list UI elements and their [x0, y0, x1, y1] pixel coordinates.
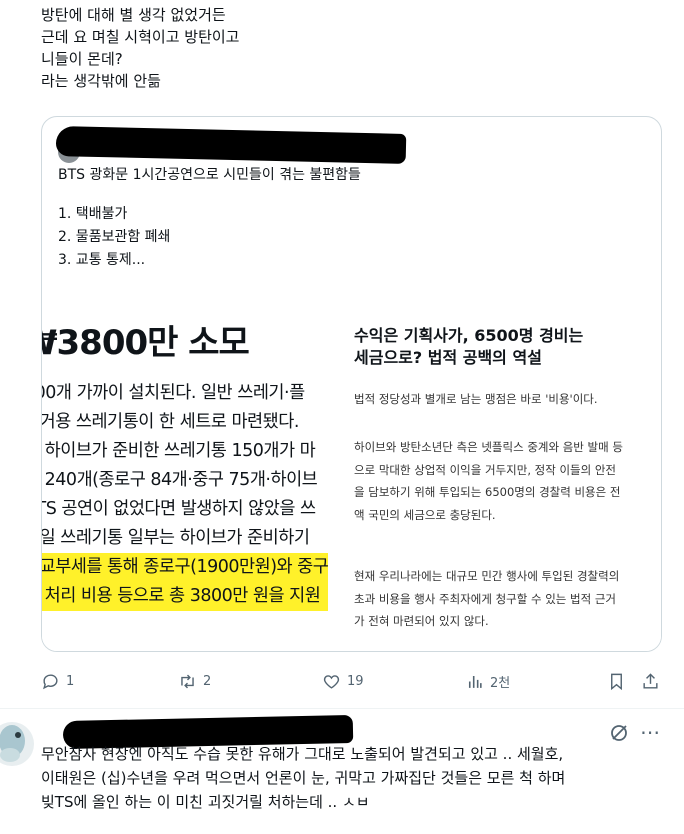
reply-line: 빚TS에 올인 하는 이 미친 괴짓거릴 처하는데 .. ㅅㅂ [41, 793, 370, 811]
reply-line: 이태원은 (십)수년을 우려 먹으면서 언론이 눈, 귀막고 가짜집단 것들은 … [41, 769, 566, 787]
article-image[interactable]: ₩3800만 소모 400개 가까이 설치된다. 일반 쓰레기·플 수거용 쓰레… [42, 301, 661, 651]
quoted-list-item: 2. 물품보관함 폐쇄 [58, 229, 171, 245]
like-button[interactable]: 19 [322, 667, 364, 695]
views-button[interactable]: 2천 [465, 667, 510, 695]
more-icon[interactable]: ⋯ [640, 722, 664, 742]
retweet-button[interactable]: 2 [178, 667, 211, 695]
like-icon [323, 674, 340, 689]
share-icon [643, 672, 658, 689]
article-line: 400개 가까이 설치된다. 일반 쓰레기·플 [42, 383, 305, 403]
redaction-mark [55, 126, 407, 164]
retweet-count: 2 [203, 673, 212, 689]
article-subheading: 수익은 기획사가, 6500명 경비는 세금으로? 법적 공백의 역설 [354, 326, 584, 367]
reply-line: 무안참사 현장엔 아직도 수습 못한 유해가 그대로 노출되어 발견되고 있고 … [41, 745, 564, 763]
views-icon [468, 675, 482, 688]
reply-icon [43, 673, 58, 689]
retweet-icon [181, 674, 194, 688]
article-line: 는 하이브가 준비한 쓰레기통 150개가 마 [42, 441, 316, 461]
grok-icon[interactable] [609, 723, 629, 743]
article-paragraph: 법적 정당성과 별개로 남는 맹점은 바로 '비용'이다. [354, 392, 598, 406]
article-line: 총 240개(종로구 84개·중구 75개·하이브 [42, 470, 318, 490]
reply-text: 무안참사 현장엔 아직도 수습 못한 유해가 그대로 노출되어 발견되고 있고 … [41, 742, 681, 814]
post-line: 니들이 몬데? [41, 50, 123, 68]
share-button[interactable] [641, 667, 660, 695]
article-paragraph: 하이브와 방탄소년단 측은 넷플릭스 중계와 음반 발매 등 으로 막대한 상업… [354, 440, 623, 522]
avatar[interactable] [0, 719, 38, 769]
bookmark-button[interactable] [607, 667, 626, 695]
quoted-post-card[interactable]: BTS 광화문 1시간공연으로 시민들이 겪는 불편함들 1. 택배불가 2. … [41, 116, 662, 652]
reply-button[interactable]: 1 [41, 667, 74, 695]
view-count: 2천 [490, 675, 511, 691]
article-line-highlighted: 기 처리 비용 등으로 총 3800만 원을 지원 [42, 582, 329, 611]
post-line: 라는 생각밖에 안듦 [41, 72, 161, 90]
article-line: 놓일 쓰레기통 일부는 하이브가 준비하기 [42, 528, 310, 548]
divider [0, 708, 684, 709]
post-line: 근데 요 며칠 시혁이고 방탄이고 [41, 28, 240, 46]
article-line-highlighted: 별교부세를 통해 종로구(1900만원)와 중구 [42, 553, 329, 582]
article-left-column: ₩3800만 소모 400개 가까이 설치된다. 일반 쓰레기·플 수거용 쓰레… [42, 301, 354, 651]
article-paragraph: 현재 우리나라에는 대규모 민간 행사에 투입된 경찰력의 초과 비용을 행사 … [354, 569, 620, 628]
article-line: 수거용 쓰레기통이 한 세트로 마련됐다. [42, 412, 299, 432]
quoted-list-item: 3. 교통 통제... [58, 252, 146, 268]
bookmark-icon [611, 673, 622, 690]
quoted-post-text: BTS 광화문 1시간공연으로 시민들이 겪는 불편함들 1. 택배불가 2. … [58, 164, 638, 272]
post-text: 방탄에 대해 별 생각 없었거든 근데 요 며칠 시혁이고 방탄이고 니들이 몬… [41, 4, 661, 92]
like-count: 19 [347, 673, 364, 689]
article-line: BTS 공연이 없었다면 발생하지 않았을 쓰 [42, 499, 316, 519]
post-line: 방탄에 대해 별 생각 없었거든 [41, 6, 226, 24]
quoted-list-item: 1. 택배불가 [58, 206, 128, 222]
article-headline: ₩3800만 소모 [42, 323, 250, 363]
action-bar: 1 2 19 2천 [41, 667, 668, 695]
reply-count: 1 [66, 673, 75, 689]
quoted-post-title: BTS 광화문 1시간공연으로 시민들이 겪는 불편함들 [58, 167, 361, 183]
